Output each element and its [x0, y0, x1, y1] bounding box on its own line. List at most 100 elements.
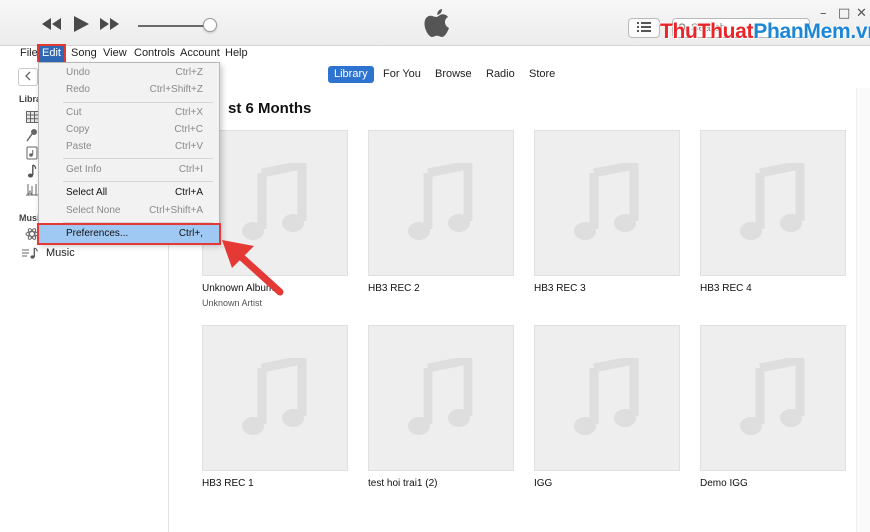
menu-item-preferences[interactable]: Preferences... Ctrl+, — [37, 223, 221, 245]
tab-radio[interactable]: Radio — [480, 66, 521, 83]
menu-view[interactable]: View — [100, 46, 130, 62]
album-art[interactable] — [534, 325, 680, 471]
menu-help[interactable]: Help — [222, 46, 251, 62]
music-note-icon — [740, 358, 805, 435]
menu-separator — [63, 222, 213, 223]
main-content: st 6 Months Unknown Album Unknown Artist… — [170, 88, 870, 532]
album-tile[interactable]: HB3 REC 4 — [700, 130, 848, 294]
menu-item-cut[interactable]: Cut Ctrl+X — [39, 104, 219, 122]
sidebar-item-music[interactable]: Music — [46, 247, 75, 259]
album-tile[interactable]: HB3 REC 3 — [534, 130, 682, 294]
music-note-icon — [242, 163, 307, 240]
menu-item-label: Select All — [66, 187, 108, 198]
album-art[interactable] — [202, 325, 348, 471]
menu-item-label: Undo — [66, 67, 90, 78]
music-note-icon — [740, 163, 805, 240]
menu-item-label: Cut — [66, 107, 82, 118]
list-view-icon — [637, 21, 651, 35]
menu-item-label: Paste — [66, 141, 92, 152]
music-note-icon — [574, 163, 639, 240]
music-note-icon — [242, 358, 307, 435]
tab-store[interactable]: Store — [523, 66, 561, 83]
watermark-part3: .vn — [850, 20, 870, 43]
music-note-icon — [408, 163, 473, 240]
menu-item-shortcut: Ctrl+X — [174, 107, 203, 118]
sidebar-music-heading: Musi — [19, 213, 40, 223]
minimize-button[interactable]: – — [820, 6, 827, 21]
menu-item-shortcut: Ctrl+, — [178, 228, 203, 239]
music-note-icon — [574, 358, 639, 435]
rewind-icon[interactable] — [40, 14, 64, 34]
album-title: HB3 REC 3 — [534, 283, 586, 294]
menu-item-label: Get Info — [66, 164, 102, 175]
menu-item-shortcut: Ctrl+C — [174, 124, 203, 135]
album-art[interactable] — [700, 325, 846, 471]
album-tile[interactable]: HB3 REC 1 — [202, 325, 350, 489]
menu-item-label: Select None — [66, 205, 121, 216]
menu-item-shortcut: Ctrl+I — [178, 164, 203, 175]
album-title: IGG — [534, 478, 553, 489]
album-tile[interactable]: IGG — [534, 325, 682, 489]
edit-menu-dropdown: Undo Ctrl+Z Redo Ctrl+Shift+Z Cut Ctrl+X… — [37, 62, 221, 245]
tab-for-you[interactable]: For You — [377, 66, 427, 83]
menu-item-select-none[interactable]: Select None Ctrl+Shift+A — [39, 202, 219, 220]
album-title: test hoi trai1 (2) — [368, 478, 438, 489]
menu-controls[interactable]: Controls — [131, 46, 178, 62]
menu-item-get-info[interactable]: Get Info Ctrl+I — [39, 161, 219, 179]
menu-item-shortcut: Ctrl+V — [174, 141, 203, 152]
menu-item-label: Copy — [66, 124, 90, 135]
album-tile[interactable]: test hoi trai1 (2) — [368, 325, 516, 489]
menu-item-shortcut: Ctrl+A — [174, 187, 203, 198]
music-note-icon — [408, 358, 473, 435]
menu-item-paste[interactable]: Paste Ctrl+V — [39, 138, 219, 156]
menu-song[interactable]: Song — [68, 46, 100, 62]
menu-bar: File Edit Song View Controls Account Hel… — [0, 44, 870, 64]
play-icon[interactable] — [70, 14, 92, 34]
album-title: HB3 REC 4 — [700, 283, 752, 294]
album-title: HB3 REC 1 — [202, 478, 254, 489]
menu-item-select-all[interactable]: Select All Ctrl+A — [39, 184, 219, 202]
menu-item-shortcut: Ctrl+Z — [175, 67, 204, 78]
scrollbar[interactable] — [856, 88, 870, 532]
fast-forward-icon[interactable] — [98, 14, 122, 34]
close-button[interactable]: ✕ — [856, 6, 867, 21]
nav-tabs: Library For You Browse Radio Store — [170, 62, 870, 88]
menu-item-shortcut: Ctrl+Shift+Z — [149, 84, 203, 95]
watermark-logo: ThuThuatPhanMem.vn — [660, 20, 870, 44]
album-title: HB3 REC 2 — [368, 283, 420, 294]
section-title: st 6 Months — [228, 100, 312, 117]
menu-item-label: Preferences... — [66, 228, 129, 239]
tab-browse[interactable]: Browse — [429, 66, 478, 83]
menu-item-copy[interactable]: Copy Ctrl+C — [39, 121, 219, 139]
menu-separator — [63, 102, 213, 103]
album-art[interactable] — [368, 130, 514, 276]
title-bar: Search – □ ✕ ThuThuatPhanMem.vn — [0, 0, 870, 46]
playlist-icon[interactable] — [22, 245, 38, 261]
menu-account[interactable]: Account — [177, 46, 223, 62]
back-arrow-icon — [24, 71, 32, 84]
menu-edit[interactable]: Edit — [37, 44, 66, 64]
menu-item-redo[interactable]: Redo Ctrl+Shift+Z — [39, 81, 219, 99]
album-tile[interactable]: HB3 REC 2 — [368, 130, 516, 294]
album-art[interactable] — [368, 325, 514, 471]
volume-slider[interactable] — [138, 25, 208, 27]
album-title: Demo IGG — [700, 478, 748, 489]
watermark-part2: PhanMem — [753, 20, 851, 43]
album-tile[interactable]: Demo IGG — [700, 325, 848, 489]
tab-library[interactable]: Library — [328, 66, 374, 83]
menu-file[interactable]: File — [17, 46, 41, 62]
menu-separator — [63, 181, 213, 182]
annotation-arrow-icon — [222, 240, 284, 296]
watermark-part1: ThuThuat — [660, 20, 754, 43]
apple-logo-icon — [424, 8, 450, 40]
maximize-button[interactable]: □ — [838, 6, 850, 21]
album-art[interactable] — [700, 130, 846, 276]
menu-item-label: Redo — [66, 84, 90, 95]
menu-separator — [63, 158, 213, 159]
menu-item-undo[interactable]: Undo Ctrl+Z — [39, 64, 219, 82]
back-button[interactable] — [18, 68, 38, 86]
volume-knob[interactable] — [203, 18, 217, 32]
menu-item-shortcut: Ctrl+Shift+A — [149, 205, 203, 216]
album-art[interactable] — [534, 130, 680, 276]
list-view-button[interactable] — [628, 18, 660, 38]
